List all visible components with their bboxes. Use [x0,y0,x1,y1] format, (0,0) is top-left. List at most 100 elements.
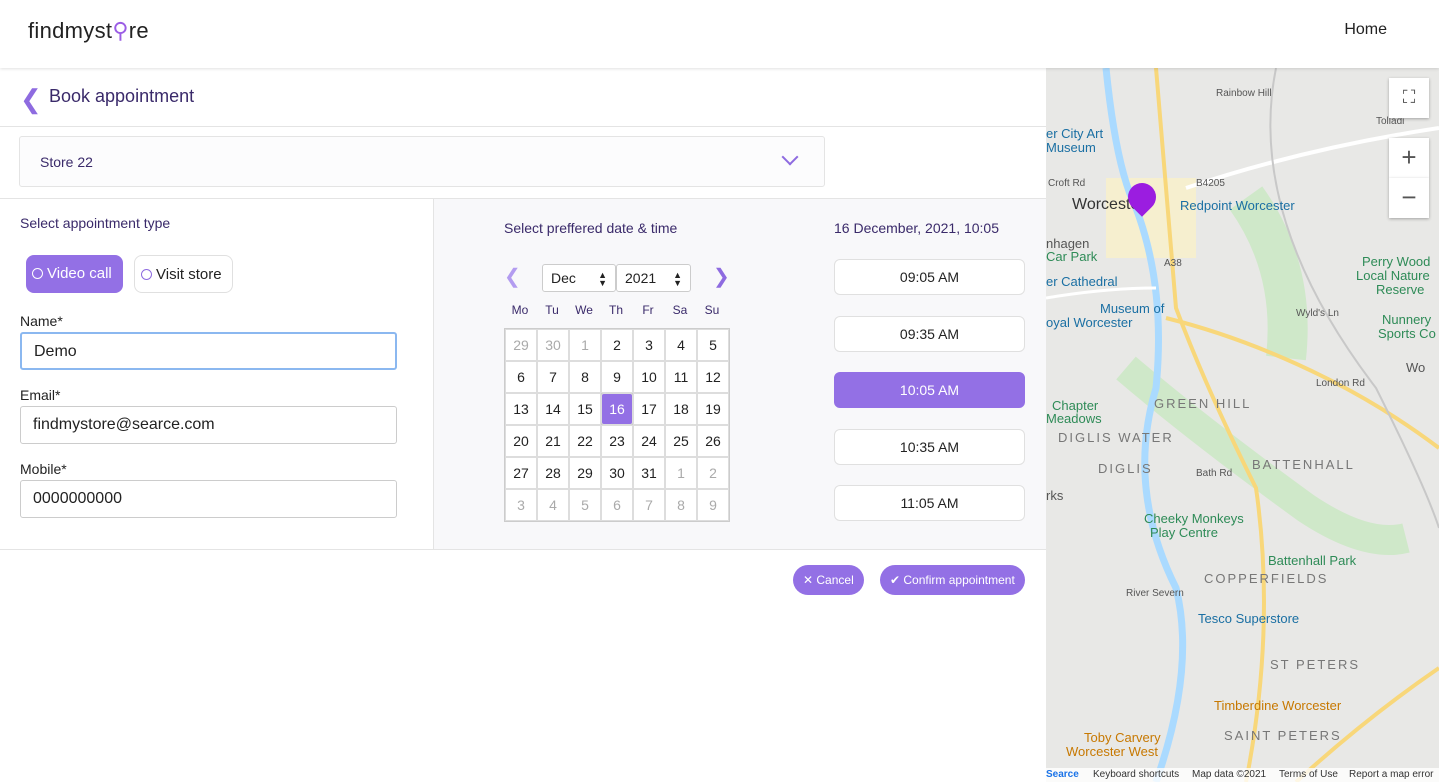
month-select[interactable]: Dec ▲ ▼ [542,264,616,292]
cancel-button[interactable]: ✕ Cancel [793,565,864,595]
mobile-label: Mobile* [20,461,67,477]
visit-store-option[interactable]: Visit store [134,255,233,293]
calendar-day[interactable]: 19 [697,393,729,425]
calendar-day[interactable]: 8 [665,489,697,521]
confirm-appointment-button[interactable]: ✔ Confirm appointment [880,565,1025,595]
calendar-day[interactable]: 14 [537,393,569,425]
map-label: Timberdine Worcester [1214,698,1342,713]
nav-home[interactable]: Home [1344,21,1387,39]
calendar-day[interactable]: 6 [601,489,633,521]
date-time-label: Select preffered date & time [504,220,678,236]
calendar-day[interactable]: 25 [665,425,697,457]
calendar-day[interactable]: 2 [601,329,633,361]
calendar-day[interactable]: 12 [697,361,729,393]
prev-month-icon[interactable]: ❮ [504,264,521,289]
weekday-header: Su [704,303,720,317]
map-label: Bath Rd [1196,468,1233,479]
calendar-day[interactable]: 30 [601,457,633,489]
calendar-day[interactable]: 24 [633,425,665,457]
calendar-day[interactable]: 29 [505,329,537,361]
map-label: ST PETERS [1270,657,1361,672]
calendar-day[interactable]: 9 [697,489,729,521]
logo[interactable]: findmyst⚲re [28,18,149,44]
map[interactable]: er City Art Museum Worcester Redpoint Worce… [1046,68,1439,782]
back-chevron-icon[interactable]: ❮ [20,84,42,115]
sort-arrows-icon: ▲ ▼ [673,270,682,288]
calendar-day[interactable]: 15 [569,393,601,425]
calendar-day[interactable]: 27 [505,457,537,489]
close-icon: ✕ [803,573,817,587]
keyboard-shortcuts-link[interactable]: Keyboard shortcuts [1093,769,1179,780]
map-label: Battenhall Park [1268,553,1357,568]
email-field[interactable]: findmystore@searce.com [20,406,397,444]
calendar-day[interactable]: 31 [633,457,665,489]
calendar-day[interactable]: 11 [665,361,697,393]
calendar-day[interactable]: 23 [601,425,633,457]
report-error-link[interactable]: Report a map error [1349,769,1433,780]
check-circle-icon: ✔ [890,573,904,587]
page-title: Book appointment [49,86,195,106]
calendar-day[interactable]: 3 [505,489,537,521]
time-slot[interactable]: 10:35 AM [834,428,1025,465]
calendar-day[interactable]: 5 [697,329,729,361]
calendar-day[interactable]: 1 [665,457,697,489]
map-label: COPPERFIELDS [1204,571,1329,586]
calendar-day[interactable]: 17 [633,393,665,425]
map-label: Tesco Superstore [1198,611,1300,626]
time-slot[interactable]: 09:35 AM [834,315,1025,352]
calendar-day[interactable]: 28 [537,457,569,489]
map-label: oyal Worcester [1046,315,1133,330]
year-select[interactable]: 2021 ▲ ▼ [616,264,691,292]
video-call-option[interactable]: Video call [26,255,123,293]
calendar-day[interactable]: 21 [537,425,569,457]
calendar-day[interactable]: 30 [537,329,569,361]
time-slot[interactable]: 10:05 AM [834,372,1025,408]
option-label: Visit store [156,266,222,283]
year-value: 2021 [625,270,657,286]
time-slot[interactable]: 09:05 AM [834,259,1025,295]
map-label: Reserve [1376,282,1425,297]
map-label: Toby Carvery [1084,730,1161,745]
calendar-day[interactable]: 26 [697,425,729,457]
store-select[interactable]: Store 22 [19,136,825,187]
calendar-day[interactable]: 4 [665,329,697,361]
fullscreen-button[interactable]: ⛶ [1389,78,1429,118]
calendar-day[interactable]: 20 [505,425,537,457]
calendar-day[interactable]: 29 [569,457,601,489]
email-label: Email* [20,387,61,403]
calendar-day[interactable]: 1 [569,329,601,361]
zoom-out-button[interactable]: − [1389,178,1429,218]
terms-link[interactable]: Terms of Use [1279,769,1338,780]
map-label: Nunnery [1382,312,1432,327]
weekday-header: Sa [672,303,688,317]
map-label: River Severn [1126,588,1184,599]
map-label: er Cathedral [1046,274,1118,289]
next-month-icon[interactable]: ❯ [713,264,730,289]
chevron-down-icon [781,148,799,166]
map-label: DIGLIS WATER [1058,430,1174,445]
radio-icon [141,269,152,280]
calendar-day[interactable]: 5 [569,489,601,521]
calendar-day[interactable]: 3 [633,329,665,361]
map-label: Wo [1406,360,1426,375]
calendar-day[interactable]: 16 [601,393,633,425]
calendar-day[interactable]: 7 [633,489,665,521]
map-label: GREEN HILL [1154,396,1252,411]
calendar-day[interactable]: 2 [697,457,729,489]
map-label: DIGLIS [1098,461,1153,476]
time-slot[interactable]: 11:05 AM [834,485,1025,521]
calendar-day[interactable]: 13 [505,393,537,425]
calendar-day[interactable]: 18 [665,393,697,425]
calendar-day[interactable]: 22 [569,425,601,457]
mobile-field[interactable]: 0000000000 [20,480,397,518]
calendar-day[interactable]: 4 [537,489,569,521]
calendar-day[interactable]: 7 [537,361,569,393]
calendar-day[interactable]: 6 [505,361,537,393]
calendar-day[interactable]: 9 [601,361,633,393]
weekday-header: Fr [642,303,654,317]
name-field[interactable]: Demo [20,332,397,370]
calendar-day[interactable]: 8 [569,361,601,393]
weekday-header: We [575,303,593,317]
calendar-day[interactable]: 10 [633,361,665,393]
zoom-in-button[interactable]: + [1389,138,1429,178]
